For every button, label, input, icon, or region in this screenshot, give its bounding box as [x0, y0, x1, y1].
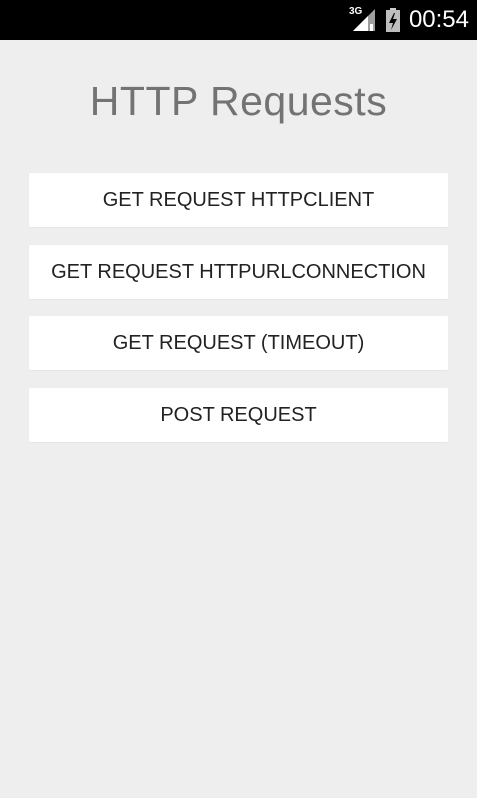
get-request-timeout-button[interactable]: GET REQUEST (TIMEOUT)	[29, 316, 448, 370]
post-request-button[interactable]: POST REQUEST	[29, 388, 448, 442]
battery-charging-icon	[385, 7, 401, 33]
status-clock: 00:54	[408, 6, 469, 33]
get-request-httpurlconnection-button[interactable]: GET REQUEST HTTPURLCONNECTION	[29, 245, 448, 299]
signal-icon: 3G	[349, 7, 377, 33]
status-bar: 3G 00:54	[0, 0, 477, 40]
status-icons: 3G 00:54	[349, 0, 469, 40]
main-content: HTTP Requests GET REQUEST HTTPCLIENT GET…	[0, 40, 477, 798]
page-title: HTTP Requests	[89, 78, 388, 124]
get-request-httpclient-button[interactable]: GET REQUEST HTTPCLIENT	[29, 173, 448, 227]
